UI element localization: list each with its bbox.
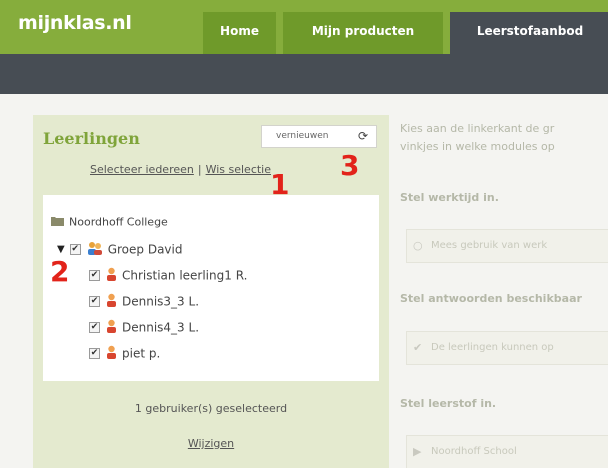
student-name: Dennis4_3 L. (122, 320, 200, 335)
link-separator: | (197, 163, 202, 176)
antwoorden-option-label: De leerlingen kunnen op (431, 342, 554, 353)
refresh-button[interactable]: vernieuwen ⟳ (261, 125, 377, 148)
logo[interactable]: mijnklas.nl (18, 12, 132, 34)
expand-arrow-icon: ▶ (413, 445, 422, 458)
student-checkbox[interactable]: ✔ (89, 296, 100, 307)
student-row[interactable]: ✔ Christian leerling1 R. (89, 267, 247, 284)
antwoorden-option[interactable]: ✔ De leerlingen kunnen op (406, 331, 608, 365)
school-label: Noordhoff College (69, 215, 168, 229)
student-name: Christian leerling1 R. (122, 268, 248, 283)
option-radio-icon: ○ (413, 239, 423, 252)
heading-werktijd: Stel werktijd in. (400, 191, 499, 204)
werktijd-option-label: Mees gebruik van werk (431, 240, 548, 251)
student-icon (106, 319, 117, 336)
annotation-number-1: 1 (270, 168, 290, 201)
change-link-wrapper: Wijzigen (33, 437, 389, 450)
student-checkbox[interactable]: ✔ (89, 270, 100, 281)
select-all-link[interactable]: Selecteer iedereen (90, 163, 194, 176)
student-row[interactable]: ✔ Dennis3_3 L. (89, 293, 199, 310)
student-checkbox[interactable]: ✔ (89, 322, 100, 333)
heading-antwoorden: Stel antwoorden beschikbaar (400, 292, 582, 305)
refresh-icon: ⟳ (357, 129, 368, 143)
student-tree: Noordhoff College ▼ ✔ Groep David ✔ Chris… (43, 195, 379, 381)
page: mijnklas.nl Home Mijn producten Leerstof… (0, 0, 608, 468)
group-users-icon (87, 241, 103, 258)
refresh-label: vernieuwen (276, 131, 329, 141)
annotation-number-2: 2 (50, 255, 70, 288)
folder-icon (51, 216, 64, 229)
collapse-triangle-icon[interactable]: ▼ (57, 244, 65, 255)
leerstof-option[interactable]: ▶ Noordhoff School (406, 435, 608, 468)
change-link[interactable]: Wijzigen (188, 437, 234, 450)
student-icon (106, 293, 117, 310)
werktijd-option[interactable]: ○ Mees gebruik van werk (406, 229, 608, 263)
top-bar: mijnklas.nl Home Mijn producten Leerstof… (0, 0, 608, 54)
student-icon (106, 267, 117, 284)
leerlingen-panel: Leerlingen vernieuwen ⟳ Selecteer iedere… (33, 115, 389, 468)
clear-selection-link[interactable]: Wis selectie (206, 163, 271, 176)
intro-text-line-1: Kies aan de linkerkant de gr (400, 122, 555, 135)
panel-title: Leerlingen (43, 129, 140, 148)
selected-count: 1 gebruiker(s) geselecteerd (134, 402, 288, 415)
annotation-number-3: 3 (340, 149, 360, 182)
tree-school[interactable]: Noordhoff College (51, 215, 168, 229)
group-label: Groep David (107, 242, 183, 257)
tab-mijn-producten[interactable]: Mijn producten (283, 12, 443, 54)
selection-links: Selecteer iedereen | Wis selectie (90, 163, 271, 176)
option-check-icon: ✔ (413, 341, 423, 354)
student-icon (106, 345, 117, 362)
student-row[interactable]: ✔ Dennis4_3 L. (89, 319, 199, 336)
heading-leerstof: Stel leerstof in. (400, 397, 497, 410)
student-checkbox[interactable]: ✔ (89, 348, 100, 359)
sub-navigation-bar (0, 54, 608, 94)
student-name: piet p. (122, 346, 161, 361)
tree-group[interactable]: ▼ ✔ Groep David (57, 241, 182, 258)
tab-home[interactable]: Home (203, 12, 276, 54)
student-row[interactable]: ✔ piet p. (89, 345, 160, 362)
group-checkbox[interactable]: ✔ (69, 244, 81, 255)
student-name: Dennis3_3 L. (122, 294, 200, 309)
settings-area: Kies aan de linkerkant de gr vinkjes in … (398, 115, 608, 468)
intro-text-line-2: vinkjes in welke modules op (400, 140, 555, 153)
leerstof-option-label: Noordhoff School (431, 446, 517, 457)
tab-leerstofaanbod[interactable]: Leerstofaanbod (450, 12, 608, 54)
